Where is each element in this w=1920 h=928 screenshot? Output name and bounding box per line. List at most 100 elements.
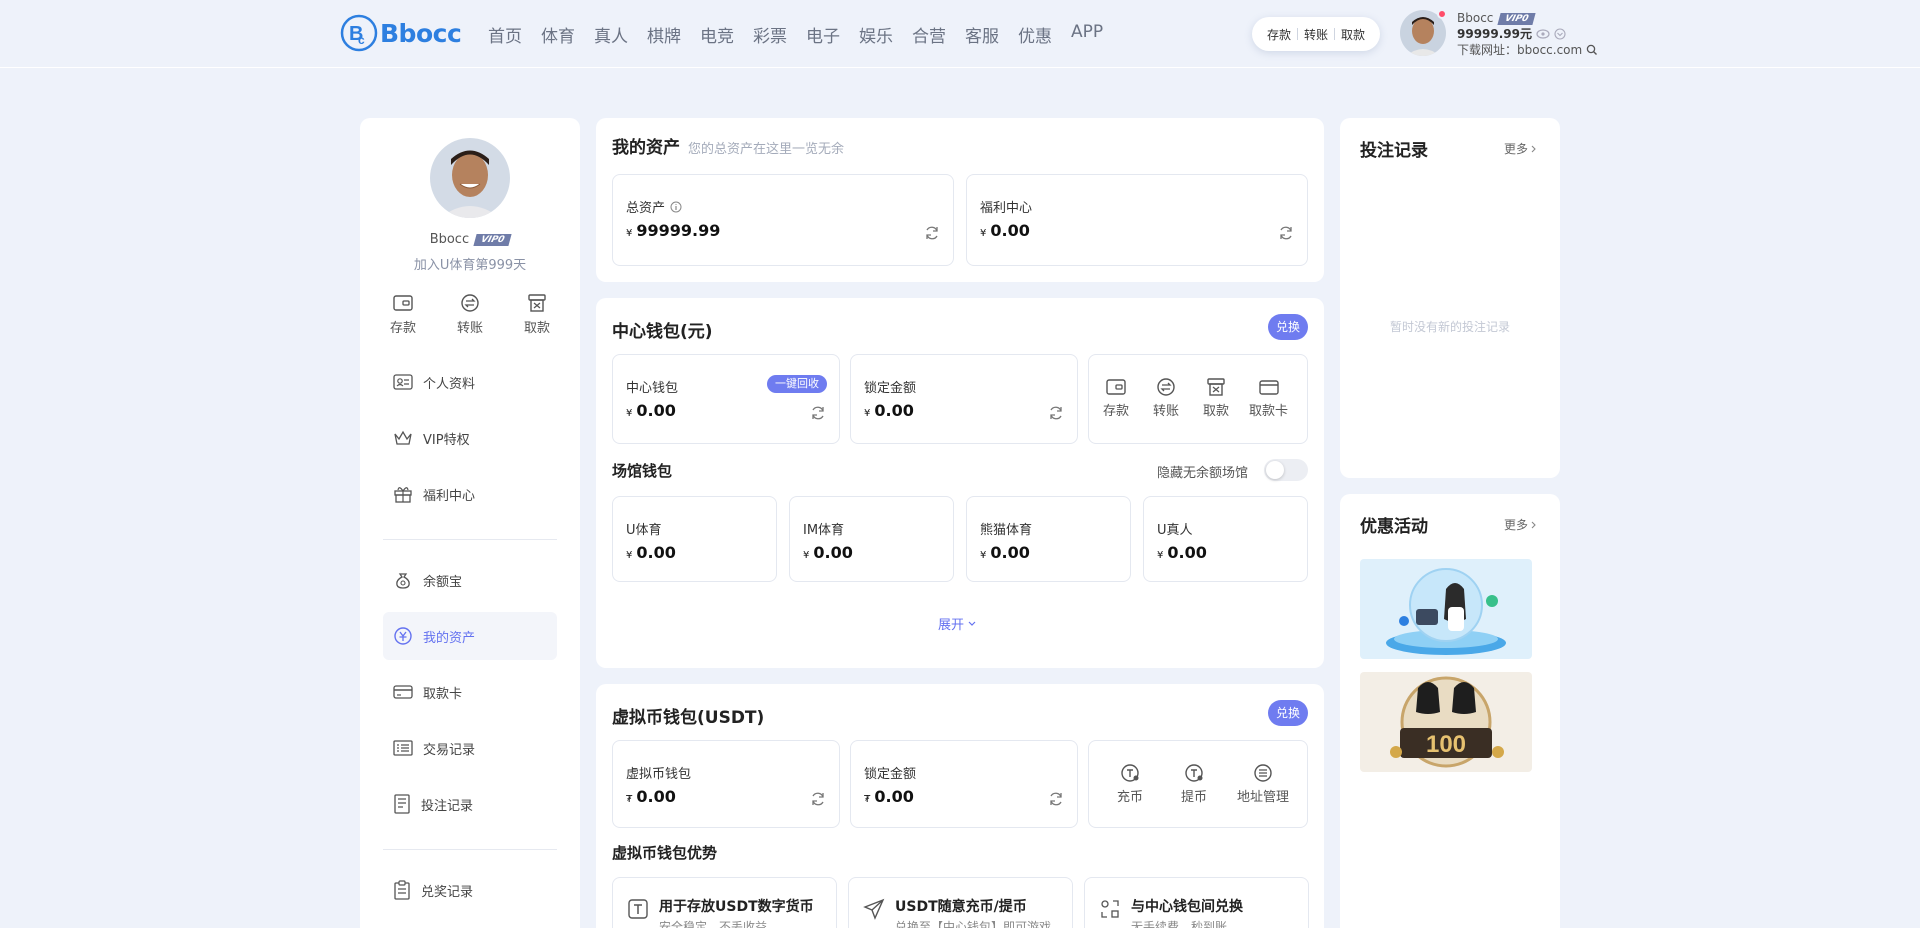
venue-card[interactable]: U体育 ¥0.00	[612, 496, 777, 582]
currency-symbol: ₮	[626, 794, 633, 805]
welfare-label: 福利中心	[980, 201, 1033, 216]
crypto-withdraw-button[interactable]: 提币	[1181, 763, 1207, 805]
menu-item-transactions[interactable]: 交易记录	[383, 724, 557, 772]
menu-label: 我的资产	[423, 630, 476, 646]
nav-live[interactable]: 真人	[594, 22, 628, 47]
eye-icon[interactable]	[1536, 29, 1550, 39]
hide-empty-venues-toggle[interactable]	[1264, 459, 1308, 481]
wallet-icon	[1106, 379, 1126, 395]
menu-item-my-assets[interactable]: 我的资产	[383, 612, 557, 660]
withdraw-button[interactable]: 取款	[1203, 377, 1229, 419]
crypto-advantages-title: 虚拟币钱包优势	[612, 844, 718, 862]
refresh-icon[interactable]	[810, 405, 826, 421]
info-icon[interactable]	[670, 201, 682, 213]
nav-support[interactable]: 客服	[965, 22, 999, 47]
nav-affiliate[interactable]: 合营	[912, 22, 946, 47]
promo-banner[interactable]	[1360, 559, 1532, 659]
quick-withdraw-button[interactable]: 取款	[1341, 26, 1365, 43]
advantage-title: 与中心钱包间兑换	[1131, 899, 1243, 915]
venue-name: U体育	[626, 523, 662, 538]
menu-item-vip[interactable]: VIP特权	[383, 414, 557, 462]
refresh-icon[interactable]	[1048, 791, 1064, 807]
advantage-desc: 无手续费，秒到账	[1131, 920, 1228, 928]
menu-item-bet-records[interactable]: 投注记录	[383, 780, 557, 828]
transfer-button[interactable]: 转账	[442, 293, 498, 336]
expand-venues-button[interactable]: 展开	[938, 614, 977, 633]
crypto-wallet-box: 虚拟币钱包 ₮ 0.00	[612, 740, 840, 828]
total-assets-label: 总资产	[626, 201, 666, 216]
venue-card[interactable]: 熊猫体育 ¥0.00	[966, 496, 1131, 582]
promo-banner[interactable]: 100	[1360, 672, 1532, 772]
refresh-icon[interactable]	[810, 791, 826, 807]
venue-card[interactable]: U真人 ¥0.00	[1143, 496, 1308, 582]
brand-logo[interactable]: B c Bbocc	[340, 14, 462, 52]
nav-app[interactable]: APP	[1071, 22, 1103, 47]
nav-home[interactable]: 首页	[488, 22, 522, 47]
crown-icon	[394, 430, 412, 445]
withdraw-card-button[interactable]: 取款卡	[1249, 377, 1288, 419]
top-header: B c Bbocc 首页 体育 真人 棋牌 电竞 彩票 电子 娱乐 合营 客服 …	[0, 0, 1920, 68]
currency-symbol: ¥	[626, 550, 633, 561]
gift-icon	[394, 487, 412, 503]
transfer-icon	[1157, 378, 1175, 396]
deposit-button[interactable]: 存款	[375, 293, 431, 336]
venue-card[interactable]: IM体育 ¥0.00	[789, 496, 954, 582]
nav-promotions[interactable]: 优惠	[1018, 22, 1052, 47]
chevron-right-icon	[1531, 521, 1536, 528]
center-wallet-value-row: ¥0.00	[626, 401, 676, 420]
crypto-wallet-label: 虚拟币钱包	[626, 767, 692, 782]
total-assets-box: 总资产 ¥99999.99	[612, 174, 954, 266]
search-icon[interactable]	[1586, 44, 1598, 56]
locked-amount-label: 锁定金额	[864, 381, 917, 396]
advantage-desc: 安全稳定，不丢收益	[659, 920, 768, 928]
currency-symbol: ¥	[980, 228, 987, 239]
brand-name: Bbocc	[380, 18, 462, 48]
advantage-card: USDT随意充币/提币 兑换至【中心钱包】即可游戏	[848, 877, 1073, 928]
refresh-icon[interactable]	[1278, 225, 1294, 241]
document-icon	[394, 794, 410, 814]
menu-item-profile[interactable]: 个人资料	[383, 358, 557, 406]
refresh-icon[interactable]	[924, 225, 940, 241]
venue-value-row: ¥0.00	[803, 543, 853, 562]
transfer-button[interactable]: 转账	[1153, 377, 1179, 419]
menu-item-yuebao[interactable]: 余额宝	[383, 556, 557, 604]
center-wallet-exchange-button[interactable]: 兑换	[1268, 314, 1308, 340]
menu-label: 取款卡	[423, 686, 463, 702]
nav-esports[interactable]: 电竞	[700, 22, 734, 47]
welfare-box: 福利中心 ¥0.00	[966, 174, 1308, 266]
bet-records-more-link[interactable]: 更多	[1504, 140, 1538, 157]
toggle-knob	[1266, 461, 1284, 479]
recharge-button[interactable]: 充币	[1117, 763, 1143, 805]
send-icon	[863, 898, 885, 920]
nav-slots[interactable]: 电子	[806, 22, 840, 47]
nav-cards[interactable]: 棋牌	[647, 22, 681, 47]
menu-item-welfare[interactable]: 福利中心	[383, 470, 557, 518]
promotions-title: 优惠活动	[1360, 517, 1428, 537]
notification-dot	[1437, 9, 1447, 19]
profile-avatar[interactable]	[430, 138, 510, 218]
main-nav: 首页 体育 真人 棋牌 电竞 彩票 电子 娱乐 合营 客服 优惠 APP	[488, 22, 1122, 47]
menu-group-finance: 余额宝 我的资产 取款卡 交易记录 投注记录	[383, 556, 557, 836]
address-management-button[interactable]: 地址管理	[1237, 763, 1289, 805]
nav-lottery[interactable]: 彩票	[753, 22, 787, 47]
header-user-info: Bbocc VIP0 99999.99元 下载网址：bbocc.com	[1457, 10, 1598, 58]
recall-all-button[interactable]: 一键回收	[767, 375, 827, 393]
address-management-label: 地址管理	[1237, 790, 1290, 805]
nav-entertainment[interactable]: 娱乐	[859, 22, 893, 47]
withdraw-button[interactable]: 取款	[509, 293, 565, 336]
usdt-icon	[628, 899, 648, 919]
quick-transfer-button[interactable]: 转账	[1304, 26, 1328, 43]
refresh-icon[interactable]	[1048, 405, 1064, 421]
chevron-down-icon[interactable]	[1554, 28, 1566, 40]
money-bag-icon	[396, 573, 410, 589]
chevron-down-icon	[968, 621, 976, 626]
menu-item-bank-card[interactable]: 取款卡	[383, 668, 557, 716]
nav-sports[interactable]: 体育	[541, 22, 575, 47]
crypto-wallet-exchange-button[interactable]: 兑换	[1268, 700, 1308, 726]
promotions-more-link[interactable]: 更多	[1504, 516, 1538, 533]
deposit-button[interactable]: 存款	[1103, 377, 1129, 419]
assets-subtitle: 您的总资产在这里一览无余	[688, 142, 845, 157]
quick-deposit-button[interactable]: 存款	[1267, 26, 1291, 43]
venue-name: 熊猫体育	[980, 523, 1033, 538]
menu-item-redeem-records[interactable]: 兑奖记录	[383, 866, 557, 914]
